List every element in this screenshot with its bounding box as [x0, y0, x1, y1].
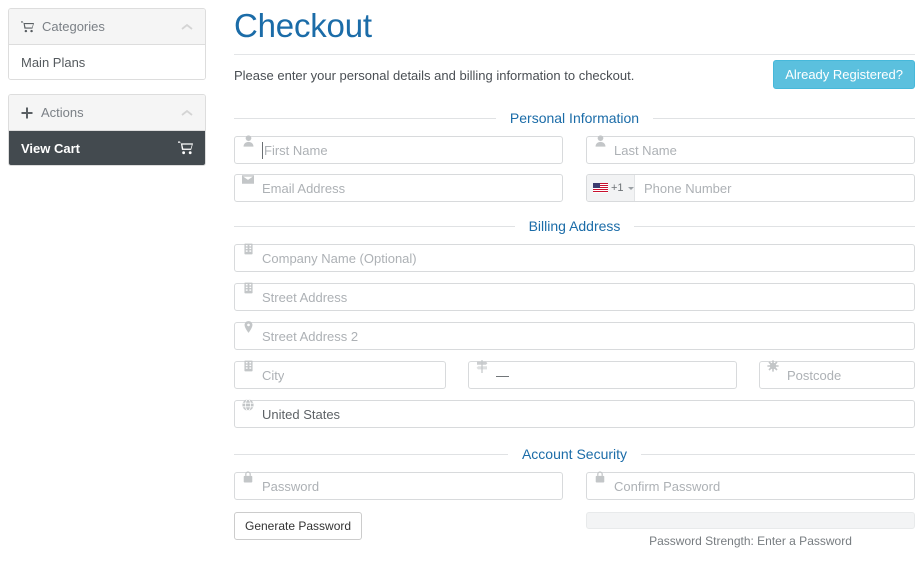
field-col-first-name: First Name — [234, 135, 563, 164]
sidebar-item-view-cart[interactable]: View Cart — [9, 131, 205, 165]
password-field[interactable]: Password — [234, 471, 563, 500]
field-col-street-address-2: Street Address 2 — [234, 321, 915, 350]
street-address-2-field[interactable]: Street Address 2 — [234, 321, 915, 350]
confirm-password-field[interactable]: Confirm Password — [586, 471, 915, 500]
sidebar-panel-categories: Categories Main Plans — [8, 8, 206, 80]
intro-text: Please enter your personal details and b… — [234, 68, 635, 83]
form-row-passwords: Password Confirm Password — [234, 471, 915, 500]
city-placeholder: City — [262, 367, 285, 383]
legend-text-account-security: Account Security — [521, 446, 628, 462]
password-placeholder: Password — [262, 478, 320, 494]
cart-icon — [21, 20, 34, 33]
generate-password-col: Generate Password — [234, 512, 563, 548]
legend-line-left — [234, 117, 496, 119]
first-name-field[interactable]: First Name — [234, 135, 563, 164]
field-col-city: City — [234, 360, 446, 389]
field-col-postcode: Postcode — [759, 360, 915, 389]
chevron-down-icon — [627, 186, 634, 190]
street-address-field[interactable]: Street Address — [234, 282, 915, 311]
form-row-city-state-postcode: City — Postcode — [234, 359, 915, 389]
password-strength-bar — [586, 512, 915, 529]
section-legend-billing-address: Billing Address — [234, 218, 916, 234]
phone-dial-code: +1 — [611, 182, 624, 194]
section-legend-account-security: Account Security — [234, 446, 915, 462]
sidebar-panel-categories-header[interactable]: Categories — [9, 9, 205, 45]
field-col-company: Company Name (Optional) — [234, 243, 915, 272]
field-col-email: Email Address — [234, 174, 563, 202]
field-col-phone: +1 Phone Number — [586, 174, 915, 202]
last-name-field[interactable]: Last Name — [586, 135, 915, 164]
field-col-country: United States — [234, 399, 915, 428]
street-address-placeholder: Street Address — [262, 289, 348, 305]
email-placeholder: Email Address — [262, 180, 346, 196]
us-flag-icon — [593, 183, 608, 193]
sidebar: Categories Main Plans Actions View Cart — [0, 0, 214, 583]
page-title: Checkout — [234, 7, 372, 44]
main-content: Checkout Please enter your personal deta… — [234, 0, 916, 583]
sidebar-panel-categories-title: Categories — [42, 19, 105, 34]
company-name-placeholder: Company Name (Optional) — [262, 250, 417, 266]
field-col-last-name: Last Name — [586, 135, 915, 164]
last-name-placeholder: Last Name — [614, 142, 677, 158]
legend-line-left — [234, 453, 508, 455]
sidebar-panel-actions-header[interactable]: Actions — [9, 95, 205, 131]
cart-icon — [178, 141, 193, 155]
plus-icon — [21, 107, 33, 119]
password-strength-caption: Password Strength: Enter a Password — [649, 534, 852, 548]
field-col-street-address: Street Address — [234, 282, 915, 311]
sidebar-item-main-plans[interactable]: Main Plans — [9, 45, 205, 79]
flag-canton — [593, 183, 600, 188]
sidebar-item-main-plans-label: Main Plans — [21, 54, 86, 70]
chevron-up-icon[interactable] — [181, 23, 193, 31]
postcode-field[interactable]: Postcode — [759, 360, 915, 389]
field-col-state: — — [468, 359, 737, 389]
field-col-password: Password — [234, 471, 563, 500]
form-row-company: Company Name (Optional) — [234, 243, 915, 272]
section-legend-personal-information: Personal Information — [234, 110, 915, 126]
legend-line-left — [234, 225, 515, 227]
country-select[interactable]: United States — [234, 399, 915, 428]
legend-text-personal-information: Personal Information — [509, 110, 640, 126]
state-selected-value: — — [496, 367, 509, 383]
state-select[interactable]: — — [468, 359, 737, 389]
legend-line-right — [634, 225, 916, 227]
street-address-2-placeholder: Street Address 2 — [262, 328, 359, 344]
form-row-contact: Email Address +1 Phone Number — [234, 174, 915, 202]
postcode-placeholder: Postcode — [787, 367, 842, 383]
checkout-page: Categories Main Plans Actions View Cart … — [0, 0, 923, 583]
form-row-names: First Name Last Name — [234, 135, 915, 164]
form-row-street1: Street Address — [234, 282, 915, 311]
legend-text-billing-address: Billing Address — [528, 218, 621, 234]
phone-number-input[interactable]: Phone Number — [635, 175, 914, 201]
company-name-field[interactable]: Company Name (Optional) — [234, 243, 915, 272]
phone-country-selector[interactable]: +1 — [587, 175, 635, 201]
password-strength-col: Password Strength: Enter a Password — [586, 512, 915, 548]
legend-line-right — [641, 453, 915, 455]
legend-line-right — [653, 117, 915, 119]
text-caret — [262, 142, 263, 159]
form-row-street2: Street Address 2 — [234, 321, 915, 350]
sidebar-item-view-cart-label: View Cart — [21, 140, 81, 156]
city-field[interactable]: City — [234, 360, 446, 389]
form-row-password-tools: Generate Password Password Strength: Ent… — [234, 512, 915, 548]
generate-password-button[interactable]: Generate Password — [234, 512, 363, 540]
sidebar-panel-actions: Actions View Cart — [8, 94, 206, 166]
confirm-password-placeholder: Confirm Password — [614, 478, 721, 494]
intro-row: Please enter your personal details and b… — [234, 55, 915, 97]
field-col-confirm-password: Confirm Password — [586, 471, 915, 500]
country-selected-value: United States — [262, 406, 341, 422]
phone-field[interactable]: +1 Phone Number — [586, 174, 915, 202]
phone-placeholder: Phone Number — [644, 180, 732, 196]
email-field[interactable]: Email Address — [234, 174, 563, 202]
chevron-up-icon[interactable] — [181, 109, 193, 117]
first-name-placeholder: First Name — [264, 142, 328, 158]
sidebar-panel-actions-title: Actions — [41, 105, 84, 120]
already-registered-button[interactable]: Already Registered? — [773, 60, 915, 89]
form-row-country: United States — [234, 399, 915, 428]
